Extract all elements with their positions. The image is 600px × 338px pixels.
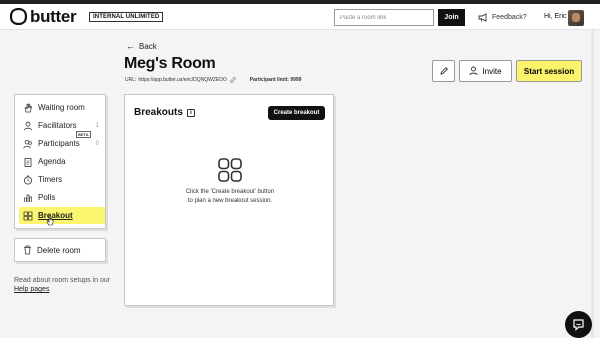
participant-limit: Participant limit: 9999 [249,77,302,83]
sidebar-item-label: Participants [38,139,80,148]
pencil-icon [439,66,448,75]
hand-icon [24,103,32,112]
arrow-left-icon: ← [126,41,135,51]
room-sidebar: Waiting room Facilitators 1 Participants… [14,94,106,229]
feedback-link[interactable]: Feedback? [478,13,527,22]
edit-room-button[interactable] [432,60,455,82]
beta-badge: BETA [76,131,91,138]
sidebar-item-label: Timers [38,175,63,184]
sidebar-item-polls[interactable]: Polls [19,189,105,206]
room-link-input[interactable] [334,9,434,26]
delete-room-button[interactable]: Delete room [14,238,106,262]
room-url-line: URL: https://app.butter.us/eric/DQNQWZED… [125,77,301,83]
sidebar-item-label: Polls [38,193,56,202]
trash-icon [24,245,31,255]
sidebar-item-agenda[interactable]: Agenda [19,153,105,170]
sidebar-item-label: Facilitators [38,121,77,130]
chat-button[interactable] [565,311,592,338]
facilitators-count: 1 [95,122,99,129]
sidebar-item-timers[interactable]: Timers [19,171,105,188]
sidebar-item-label: Breakout [38,211,73,220]
breakouts-title-text: Breakouts [134,107,183,118]
info-icon[interactable]: i [186,108,195,117]
breakout-grid-icon [218,158,242,182]
sidebar-item-breakout[interactable]: Breakout [19,207,105,224]
sidebar-item-facilitators[interactable]: Facilitators 1 [19,117,105,134]
back-link[interactable]: ← Back [126,41,157,51]
empty-state-line-1: Click the 'Create breakout' button [185,189,275,195]
user-icon [24,121,32,130]
chat-icon [573,319,584,331]
page-title: Meg's Room [124,55,216,72]
hand-cursor-icon [46,215,54,226]
bar-chart-icon [24,194,32,202]
grid-icon [23,211,33,220]
invite-label: Invite [482,66,502,76]
user-avatar[interactable] [568,10,584,26]
participants-count: 0 [95,140,99,147]
feedback-label: Feedback? [492,14,527,21]
top-navbar: butter INTERNAL UNLIMITED Join Feedback?… [0,4,600,30]
users-icon [23,139,32,148]
help-text-body: Read about room setups in our [14,277,111,284]
url-label: URL: [125,77,137,83]
megaphone-icon [478,13,487,22]
help-text: Read about room setups in our Help pages [14,276,114,294]
start-session-button[interactable]: Start session [516,60,582,82]
sidebar-item-label: Waiting room [38,103,85,112]
join-button[interactable]: Join [438,9,465,26]
sidebar-item-participants[interactable]: Participants 0 [19,135,105,152]
page-scrollbar[interactable] [591,30,594,338]
delete-room-label: Delete room [37,245,81,255]
butter-logo-icon [10,8,27,25]
sidebar-item-waiting-room[interactable]: Waiting room [19,99,105,116]
link-icon[interactable] [230,77,236,83]
create-breakout-button[interactable]: Create breakout [268,106,325,120]
invite-button[interactable]: Invite [459,60,512,82]
logo-text: butter [30,7,77,26]
clipboard-icon [24,157,32,167]
empty-state-line-2: to plan a new breakout session. [187,198,273,204]
user-icon [469,66,478,76]
empty-state-text: Click the 'Create breakout' button to pl… [145,188,315,206]
butter-logo[interactable]: butter [10,7,77,26]
room-url[interactable]: https://app.butter.us/eric/DQNQWZEDO [138,77,226,83]
plan-badge: INTERNAL UNLIMITED [89,12,164,22]
user-greeting: Hi, Eric [544,13,567,20]
sidebar-item-label: Agenda [38,157,66,166]
clock-icon [24,175,32,184]
breakouts-title: Breakouts i [134,107,195,118]
help-pages-link[interactable]: Help pages [14,286,49,293]
breakouts-panel: Breakouts i Create breakout Click the 'C… [124,94,334,306]
back-label: Back [139,41,157,51]
